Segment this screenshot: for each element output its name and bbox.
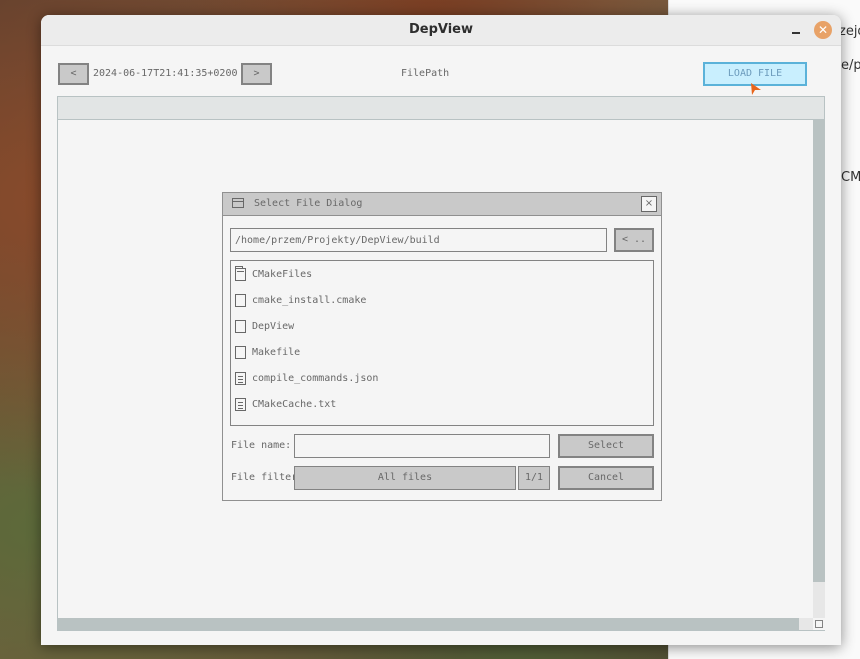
window-icon — [232, 198, 244, 208]
file-list[interactable]: CMakeFiles cmake_install.cmake DepView M… — [230, 260, 654, 426]
background-text-fragment: e/p — [841, 58, 860, 73]
timestamp-label: 2024-06-17T21:41:35+0200 — [93, 68, 238, 79]
window-title: DepView — [408, 22, 474, 37]
file-name-input[interactable] — [294, 434, 550, 458]
app-window: DepView ✕ < 2024-06-17T21:41:35+0200 > F… — [41, 15, 841, 645]
resize-handle-icon[interactable] — [813, 618, 825, 630]
file-name-label: File name: — [231, 440, 292, 451]
mouse-cursor-icon — [751, 83, 761, 95]
dialog-close-button[interactable]: × — [641, 196, 657, 212]
file-icon — [235, 294, 246, 307]
file-filter-label: File filter: — [231, 472, 304, 483]
window-close-button[interactable]: ✕ — [814, 21, 832, 39]
file-path-label: FilePath — [401, 68, 450, 79]
directory-path-field[interactable]: /home/przem/Projekty/DepView/build — [230, 228, 607, 252]
next-button[interactable]: > — [241, 63, 272, 85]
horizontal-scrollbar-track[interactable] — [799, 618, 813, 630]
previous-button[interactable]: < — [58, 63, 89, 85]
dialog-header[interactable]: Select File Dialog × — [223, 193, 661, 216]
content-panel: Select File Dialog × /home/przem/Projekt… — [57, 96, 825, 631]
text-file-icon — [235, 398, 246, 411]
file-name: cmake_install.cmake — [252, 295, 367, 306]
file-filter-dropdown[interactable]: All files — [294, 466, 516, 490]
file-name: DepView — [252, 321, 295, 332]
cancel-button[interactable]: Cancel — [558, 466, 654, 490]
file-name: compile_commands.json — [252, 373, 379, 384]
list-item[interactable]: CMakeFiles — [231, 262, 653, 286]
select-file-dialog: Select File Dialog × /home/przem/Projekt… — [222, 192, 662, 501]
horizontal-scrollbar[interactable] — [58, 618, 813, 630]
file-name: CMakeFiles — [252, 269, 313, 280]
list-item[interactable]: Makefile — [231, 340, 653, 364]
file-name: CMakeCache.txt — [252, 399, 337, 410]
background-text-fragment: zejd — [839, 24, 860, 39]
parent-directory-button[interactable]: < .. — [614, 228, 654, 252]
background-text-fragment: CMa — [841, 170, 860, 185]
select-button[interactable]: Select — [558, 434, 654, 458]
title-bar[interactable]: DepView ✕ — [41, 15, 841, 46]
file-name: Makefile — [252, 347, 301, 358]
vertical-scrollbar[interactable] — [813, 120, 825, 618]
panel-header — [58, 97, 824, 120]
list-item[interactable]: CMakeCache.txt — [231, 392, 653, 416]
list-item[interactable]: DepView — [231, 314, 653, 338]
file-filter-counter[interactable]: 1/1 — [518, 466, 550, 490]
folder-icon — [235, 266, 246, 281]
directory-path-text: /home/przem/Projekty/DepView/build — [235, 235, 440, 246]
text-file-icon — [235, 372, 246, 385]
list-item[interactable]: cmake_install.cmake — [231, 288, 653, 312]
minimize-button[interactable] — [789, 23, 803, 37]
vertical-scrollbar-track[interactable] — [813, 582, 825, 618]
file-icon — [235, 346, 246, 359]
dialog-title: Select File Dialog — [254, 198, 363, 209]
list-item[interactable]: compile_commands.json — [231, 366, 653, 390]
file-icon — [235, 320, 246, 333]
